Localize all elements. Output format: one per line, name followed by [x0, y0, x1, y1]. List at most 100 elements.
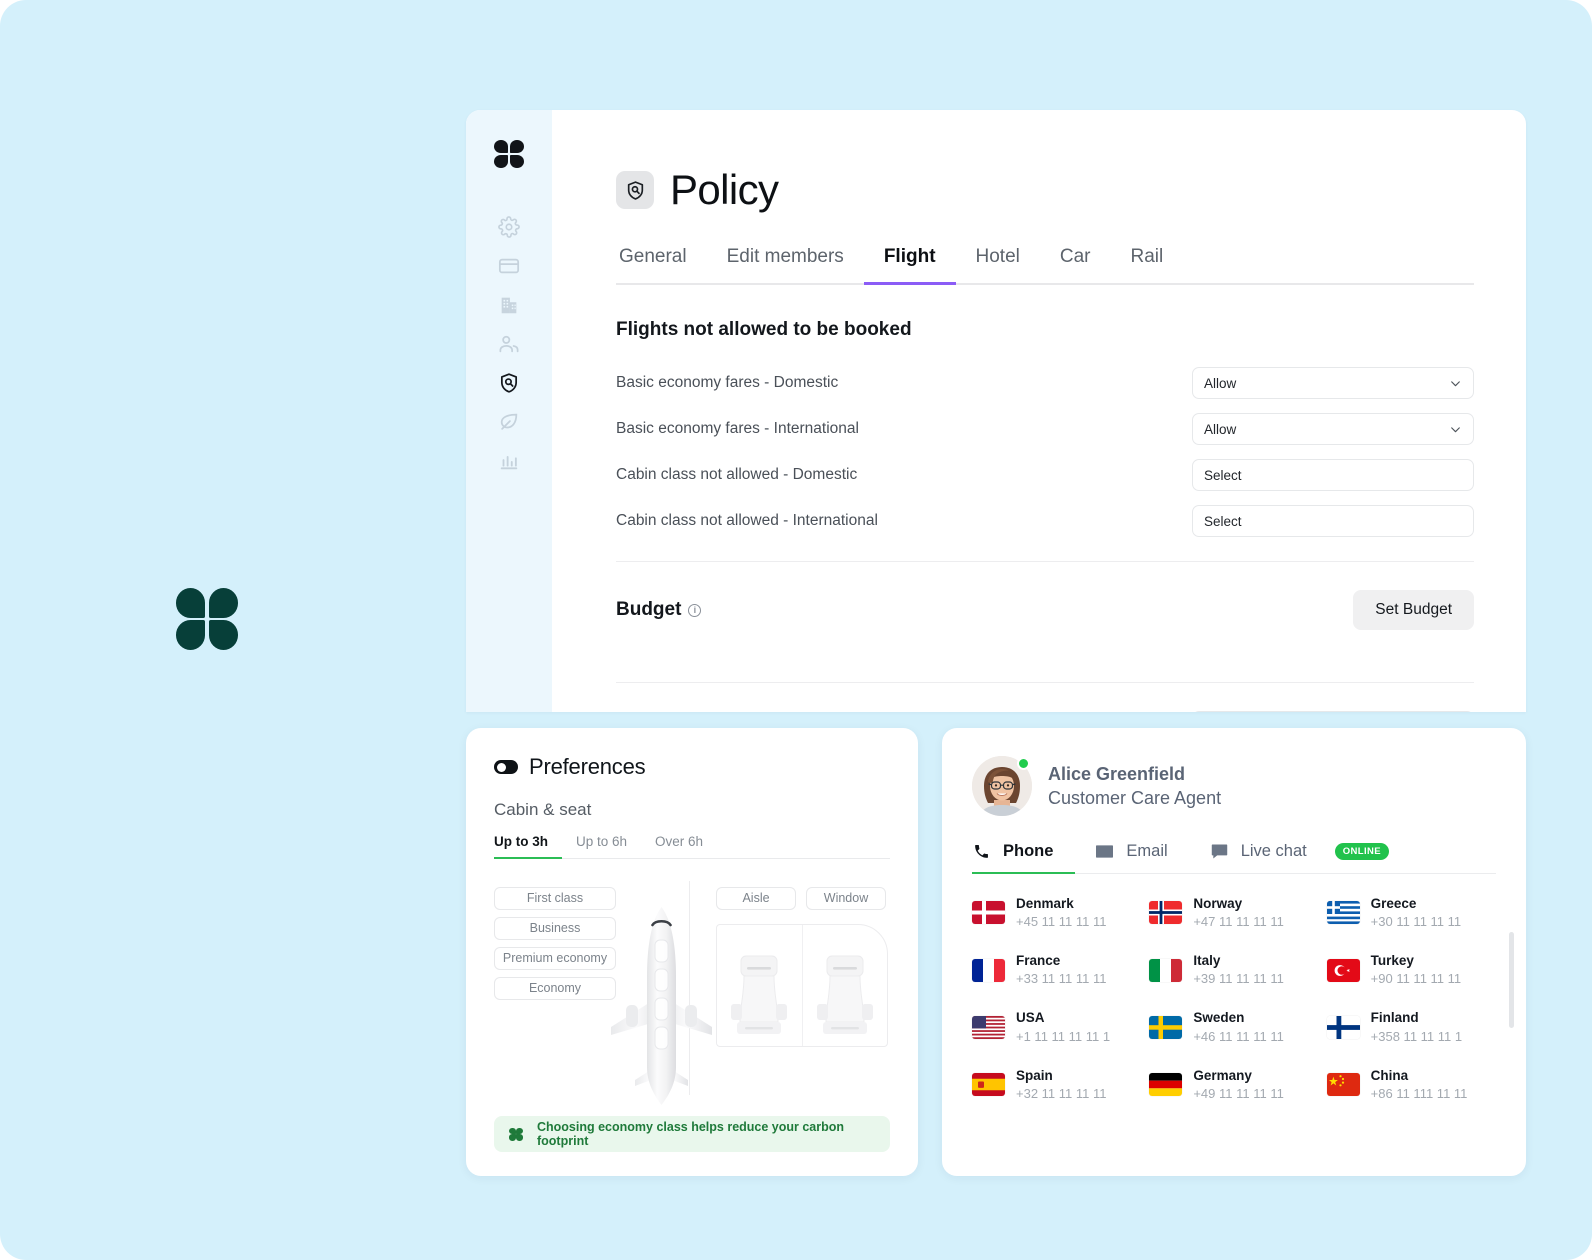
mail-icon [1095, 843, 1115, 861]
preferences-subtitle: Cabin & seat [494, 800, 592, 819]
country-row-germany[interactable]: Germany +49 11 11 11 11 [1149, 1066, 1318, 1104]
bar-chart-icon [498, 450, 520, 472]
tab-general[interactable]: General [616, 246, 707, 285]
country-text: Germany +49 11 11 11 11 [1193, 1066, 1283, 1104]
country-phone: +1 11 11 11 11 1 [1016, 1028, 1111, 1044]
country-name: Denmark [1016, 895, 1074, 911]
seat-chip-window[interactable]: Window [806, 886, 886, 910]
tab-car[interactable]: Car [1040, 246, 1111, 285]
cabin-chip-business[interactable]: Business [494, 916, 616, 940]
cabin-chip-premium-economy[interactable]: Premium economy [494, 946, 616, 970]
tab-rail[interactable]: Rail [1111, 246, 1184, 285]
flag-spain-icon [972, 1073, 1005, 1097]
field-label: Basic economy fares - International [616, 420, 859, 437]
seat-aisle[interactable] [717, 925, 802, 1046]
country-phone: +358 11 11 11 1 [1370, 1028, 1463, 1044]
booking-window-input[interactable]: No limit days in advance [1192, 711, 1474, 712]
seat-window[interactable] [801, 924, 888, 1046]
chevron-down-icon [1449, 423, 1462, 436]
contact-list-scrollbar[interactable] [1509, 932, 1514, 1028]
policy-tabs: General Edit members Flight Hotel Car Ra… [616, 246, 1474, 285]
flag-denmark-icon [972, 901, 1005, 925]
brand-butterfly-logo[interactable] [494, 140, 524, 168]
select-cabin-class-domestic[interactable]: Select [1192, 459, 1474, 491]
flag-finland-icon [1326, 1016, 1360, 1040]
info-icon[interactable]: i [688, 603, 702, 617]
country-name: Spain [1016, 1067, 1053, 1083]
duration-tabs: Up to 3h Up to 6h Over 6h [494, 834, 890, 859]
preferences-card: Preferences Cabin & seat Up to 3h Up to … [466, 728, 918, 1176]
country-phone: +32 11 11 11 11 [1016, 1086, 1107, 1102]
country-row-usa[interactable]: USA +1 11 11 11 11 1 [972, 1008, 1141, 1046]
preferences-body: First class Business Premium economy Eco… [494, 880, 890, 1105]
tab-up-to-3h[interactable]: Up to 3h [494, 834, 562, 859]
field-row-basic-economy-domestic: Basic economy fares - Domestic Allow [616, 367, 1474, 399]
country-row-norway[interactable]: Norway +47 11 11 11 11 [1149, 894, 1318, 932]
chat-icon [1210, 843, 1230, 861]
country-name: China [1370, 1067, 1409, 1083]
cabin-chip-economy[interactable]: Economy [494, 976, 616, 1000]
sidebar-item-sustainability[interactable] [496, 409, 522, 435]
tab-phone[interactable]: Phone [972, 842, 1076, 874]
select-basic-economy-domestic[interactable]: Allow [1192, 367, 1474, 399]
country-row-finland[interactable]: Finland +358 11 11 11 1 [1326, 1008, 1496, 1046]
country-row-denmark[interactable]: Denmark +45 11 11 11 11 [972, 894, 1141, 932]
country-text: Sweden +46 11 11 11 11 [1193, 1008, 1283, 1046]
field-row-basic-economy-international: Basic economy fares - International Allo… [616, 413, 1474, 445]
avatar [972, 756, 1032, 816]
country-phone: +49 11 11 11 11 [1193, 1086, 1284, 1102]
tab-email[interactable]: Email [1095, 842, 1189, 874]
booking-window-row: Booking window - Domestic i No limit day… [616, 683, 1474, 712]
country-row-sweden[interactable]: Sweden +46 11 11 11 11 [1149, 1008, 1318, 1046]
country-text: China +86 11 111 11 11 [1371, 1066, 1468, 1104]
field-label: Basic economy fares - Domestic [616, 374, 839, 391]
preferences-header: Preferences [494, 754, 890, 780]
set-budget-button[interactable]: Set Budget [1353, 590, 1474, 630]
select-cabin-class-international[interactable]: Select [1192, 505, 1474, 537]
sidebar-item-policy[interactable] [496, 370, 522, 396]
country-name: France [1016, 952, 1061, 968]
country-phone: +33 11 11 11 11 [1016, 971, 1107, 987]
eco-banner-text: Choosing economy class helps reduce your… [537, 1120, 845, 1148]
credit-card-icon [498, 255, 520, 277]
country-row-spain[interactable]: Spain +32 11 11 11 11 [972, 1066, 1141, 1104]
agent-info: Alice Greenfield Customer Care Agent [1048, 762, 1221, 811]
sidebar-item-payments[interactable] [496, 253, 522, 279]
country-row-italy[interactable]: Italy +39 11 11 11 11 [1149, 951, 1318, 989]
country-text: France +33 11 11 11 11 [1016, 951, 1106, 989]
tab-flight[interactable]: Flight [863, 246, 956, 285]
country-row-turkey[interactable]: Turkey +90 11 11 11 11 [1326, 951, 1496, 989]
agent-role: Customer Care Agent [1048, 788, 1222, 808]
seat-chip-aisle[interactable]: Aisle [716, 886, 796, 910]
country-name: USA [1016, 1010, 1045, 1026]
tab-phone-label: Phone [1003, 842, 1054, 860]
tab-hotel[interactable]: Hotel [956, 246, 1040, 285]
country-row-china[interactable]: China +86 11 111 11 11 [1326, 1066, 1496, 1104]
country-phone-grid: Denmark +45 11 11 11 11 Norway +47 11 11… [972, 894, 1496, 1105]
tab-edit-members[interactable]: Edit members [707, 246, 864, 285]
country-row-france[interactable]: France +33 11 11 11 11 [972, 951, 1141, 989]
tab-over-6h[interactable]: Over 6h [641, 834, 717, 859]
flag-norway-icon [1149, 901, 1183, 925]
country-name: Sweden [1193, 1010, 1245, 1026]
tab-up-to-6h[interactable]: Up to 6h [562, 834, 641, 859]
cabin-chip-first-class[interactable]: First class [494, 886, 616, 910]
country-text: Greece +30 11 11 11 11 [1371, 894, 1461, 932]
sidebar-item-settings[interactable] [496, 214, 522, 240]
users-icon [498, 333, 520, 355]
sidebar-item-company[interactable] [496, 292, 522, 318]
sidebar-item-members[interactable] [496, 331, 522, 357]
agent-row: Alice Greenfield Customer Care Agent [972, 756, 1496, 816]
leaf-icon [498, 411, 520, 433]
select-value: Allow [1204, 375, 1237, 391]
budget-label: Budget i [616, 599, 702, 621]
country-row-greece[interactable]: Greece +30 11 11 11 11 [1326, 894, 1496, 932]
preferences-title: Preferences [529, 754, 646, 779]
tab-live-chat[interactable]: Live chat [1210, 842, 1329, 874]
sidebar-item-reports[interactable] [496, 448, 522, 474]
select-basic-economy-international[interactable]: Allow [1192, 413, 1474, 445]
flag-greece-icon [1326, 901, 1360, 925]
flag-usa-icon [972, 1016, 1005, 1040]
eco-banner: Choosing economy class helps reduce your… [494, 1116, 890, 1152]
chevron-down-icon [1449, 377, 1462, 390]
